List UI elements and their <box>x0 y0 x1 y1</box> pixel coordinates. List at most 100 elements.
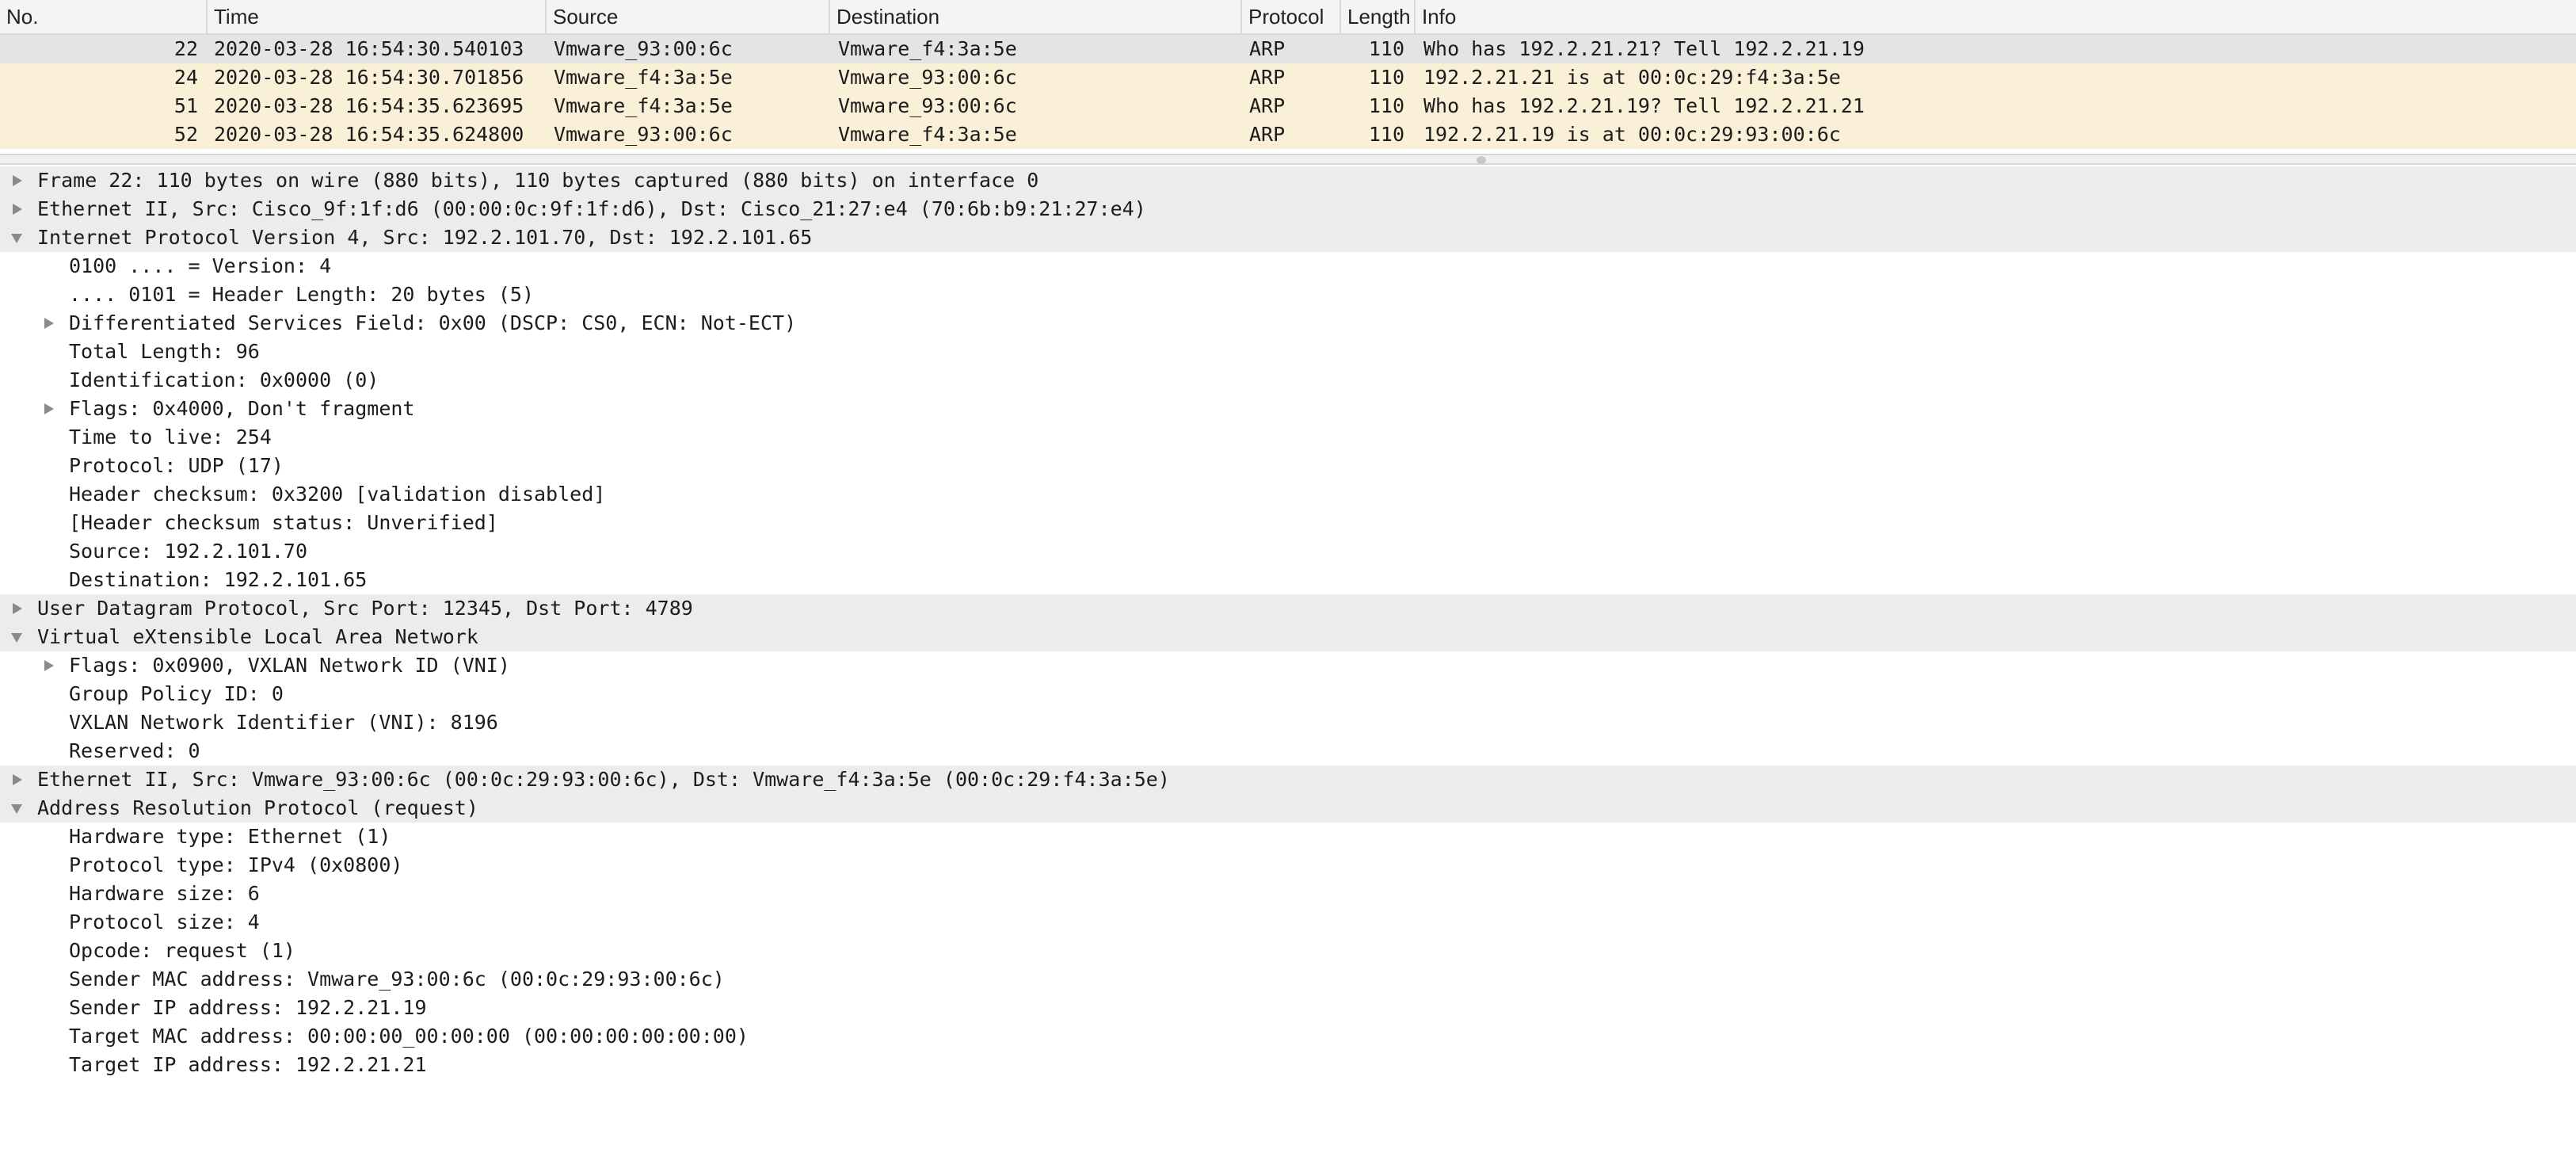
tree-item-text: Protocol: UDP (17) <box>69 454 284 477</box>
packet-number: 52 <box>173 123 198 146</box>
packet-list-header: No. Time Source Destination Protocol Len… <box>0 0 2576 35</box>
tree-field[interactable]: Source: 192.2.101.70 <box>0 537 2576 566</box>
packet-row[interactable]: 24 2020-03-28 16:54:30.701856 Vmware_f4:3a… <box>0 63 2576 92</box>
tree-item-text: Protocol size: 4 <box>69 910 260 933</box>
splitter-handle-icon[interactable] <box>1477 156 1486 164</box>
tree-section[interactable]: Address Resolution Protocol (request) <box>0 794 2576 823</box>
packet-source: Vmware_f4:3a:5e <box>554 94 733 117</box>
packet-time: 2020-03-28 16:54:35.623695 <box>214 94 524 117</box>
tree-field[interactable]: Target MAC address: 00:00:00_00:00:00 (0… <box>0 1022 2576 1051</box>
packet-info: 192.2.21.19 is at 00:0c:29:93:00:6c <box>1423 123 1841 146</box>
tree-field[interactable]: Reserved: 0 <box>0 737 2576 765</box>
tree-item-text: [Header checksum status: Unverified] <box>69 511 498 534</box>
tree-section[interactable]: Internet Protocol Version 4, Src: 192.2.… <box>0 223 2576 252</box>
tree-section[interactable]: Frame 22: 110 bytes on wire (880 bits), … <box>0 166 2576 195</box>
expanded-triangle-icon[interactable] <box>10 794 25 823</box>
packet-destination: Vmware_93:00:6c <box>838 66 1017 89</box>
packet-source: Vmware_93:00:6c <box>554 123 733 146</box>
tree-field[interactable]: Protocol: UDP (17) <box>0 452 2576 480</box>
tree-item-text: Target IP address: 192.2.21.21 <box>69 1053 427 1076</box>
packet-list-rows: 22 2020-03-28 16:54:30.540103 Vmware_93:00… <box>0 35 2576 149</box>
tree-field[interactable]: 0100 .... = Version: 4 <box>0 252 2576 281</box>
column-header-source[interactable]: Source <box>547 0 830 33</box>
column-header-no[interactable]: No. <box>0 0 208 33</box>
tree-field[interactable]: Hardware type: Ethernet (1) <box>0 823 2576 851</box>
packet-source: Vmware_f4:3a:5e <box>554 66 733 89</box>
tree-item-text: Differentiated Services Field: 0x00 (DSC… <box>69 311 797 334</box>
collapsed-triangle-icon[interactable] <box>10 594 25 623</box>
tree-field[interactable]: Sender MAC address: Vmware_93:00:6c (00:… <box>0 965 2576 994</box>
pane-splitter[interactable] <box>0 154 2576 165</box>
tree-section[interactable]: Ethernet II, Src: Cisco_9f:1f:d6 (00:00:… <box>0 195 2576 223</box>
collapsed-triangle-icon[interactable] <box>10 166 25 195</box>
tree-field[interactable]: Target IP address: 192.2.21.21 <box>0 1051 2576 1079</box>
packet-number: 51 <box>173 94 198 117</box>
packet-info: 192.2.21.21 is at 00:0c:29:f4:3a:5e <box>1423 66 1841 89</box>
tree-item-text: Flags: 0x0900, VXLAN Network ID (VNI) <box>69 654 510 677</box>
packet-destination: Vmware_f4:3a:5e <box>838 123 1017 146</box>
column-header-info[interactable]: Info <box>1416 0 2576 33</box>
packet-destination: Vmware_93:00:6c <box>838 94 1017 117</box>
packet-protocol: ARP <box>1249 37 1286 60</box>
tree-field[interactable]: Hardware size: 6 <box>0 880 2576 908</box>
tree-field[interactable]: Flags: 0x4000, Don't fragment <box>0 395 2576 423</box>
tree-field[interactable]: Sender IP address: 192.2.21.19 <box>0 994 2576 1022</box>
tree-item-text: Address Resolution Protocol (request) <box>37 796 478 819</box>
tree-field[interactable]: Protocol type: IPv4 (0x0800) <box>0 851 2576 880</box>
collapsed-triangle-icon[interactable] <box>41 395 57 423</box>
tree-field[interactable]: Total Length: 96 <box>0 338 2576 366</box>
packet-info: Who has 192.2.21.19? Tell 192.2.21.21 <box>1423 94 1865 117</box>
tree-item-text: Target MAC address: 00:00:00_00:00:00 (0… <box>69 1025 749 1048</box>
tree-field[interactable]: [Header checksum status: Unverified] <box>0 509 2576 537</box>
packet-source: Vmware_93:00:6c <box>554 37 733 60</box>
tree-field[interactable]: Time to live: 254 <box>0 423 2576 452</box>
packet-number: 22 <box>173 37 198 60</box>
tree-field[interactable]: Differentiated Services Field: 0x00 (DSC… <box>0 309 2576 338</box>
packet-length: 110 <box>1368 123 1404 146</box>
tree-field[interactable]: Destination: 192.2.101.65 <box>0 566 2576 594</box>
packet-info: Who has 192.2.21.21? Tell 192.2.21.19 <box>1423 37 1865 60</box>
tree-item-text: User Datagram Protocol, Src Port: 12345,… <box>37 597 693 620</box>
collapsed-triangle-icon[interactable] <box>10 765 25 794</box>
collapsed-triangle-icon[interactable] <box>10 195 25 223</box>
tree-item-text: Ethernet II, Src: Cisco_9f:1f:d6 (00:00:… <box>37 197 1146 220</box>
tree-item-text: Header checksum: 0x3200 [validation disa… <box>69 483 606 506</box>
tree-field[interactable]: Flags: 0x0900, VXLAN Network ID (VNI) <box>0 651 2576 680</box>
tree-section[interactable]: Ethernet II, Src: Vmware_93:00:6c (00:0c… <box>0 765 2576 794</box>
tree-item-text: Opcode: request (1) <box>69 939 295 962</box>
column-header-time[interactable]: Time <box>208 0 547 33</box>
tree-field[interactable]: Opcode: request (1) <box>0 937 2576 965</box>
packet-length: 110 <box>1368 94 1404 117</box>
tree-field[interactable]: .... 0101 = Header Length: 20 bytes (5) <box>0 281 2576 309</box>
packet-time: 2020-03-28 16:54:30.540103 <box>214 37 524 60</box>
expanded-triangle-icon[interactable] <box>10 623 25 651</box>
column-header-length[interactable]: Length <box>1341 0 1416 33</box>
tree-section[interactable]: Virtual eXtensible Local Area Network <box>0 623 2576 651</box>
collapsed-triangle-icon[interactable] <box>41 651 57 680</box>
tree-field[interactable]: Identification: 0x0000 (0) <box>0 366 2576 395</box>
tree-field[interactable]: VXLAN Network Identifier (VNI): 8196 <box>0 708 2576 737</box>
tree-item-text: Virtual eXtensible Local Area Network <box>37 625 478 648</box>
column-header-protocol[interactable]: Protocol <box>1242 0 1341 33</box>
packet-length: 110 <box>1368 66 1404 89</box>
tree-item-text: Sender MAC address: Vmware_93:00:6c (00:… <box>69 968 725 991</box>
packet-protocol: ARP <box>1249 66 1286 89</box>
packet-destination: Vmware_f4:3a:5e <box>838 37 1017 60</box>
column-header-destination[interactable]: Destination <box>830 0 1242 33</box>
packet-number: 24 <box>173 66 198 89</box>
packet-time: 2020-03-28 16:54:30.701856 <box>214 66 524 89</box>
tree-field[interactable]: Protocol size: 4 <box>0 908 2576 937</box>
tree-item-text: 0100 .... = Version: 4 <box>69 254 332 277</box>
tree-field[interactable]: Group Policy ID: 0 <box>0 680 2576 708</box>
packet-detail-tree: Frame 22: 110 bytes on wire (880 bits), … <box>0 166 2576 1149</box>
tree-item-text: Protocol type: IPv4 (0x0800) <box>69 853 403 876</box>
packet-row[interactable]: 51 2020-03-28 16:54:35.623695 Vmware_f4:3a… <box>0 92 2576 120</box>
tree-item-text: Total Length: 96 <box>69 340 260 363</box>
expanded-triangle-icon[interactable] <box>10 223 25 252</box>
collapsed-triangle-icon[interactable] <box>41 309 57 338</box>
tree-field[interactable]: Header checksum: 0x3200 [validation disa… <box>0 480 2576 509</box>
packet-row[interactable]: 22 2020-03-28 16:54:30.540103 Vmware_93:00… <box>0 35 2576 63</box>
tree-section[interactable]: User Datagram Protocol, Src Port: 12345,… <box>0 594 2576 623</box>
packet-row[interactable]: 52 2020-03-28 16:54:35.624800 Vmware_93:00… <box>0 120 2576 149</box>
tree-item-text: Group Policy ID: 0 <box>69 682 284 705</box>
